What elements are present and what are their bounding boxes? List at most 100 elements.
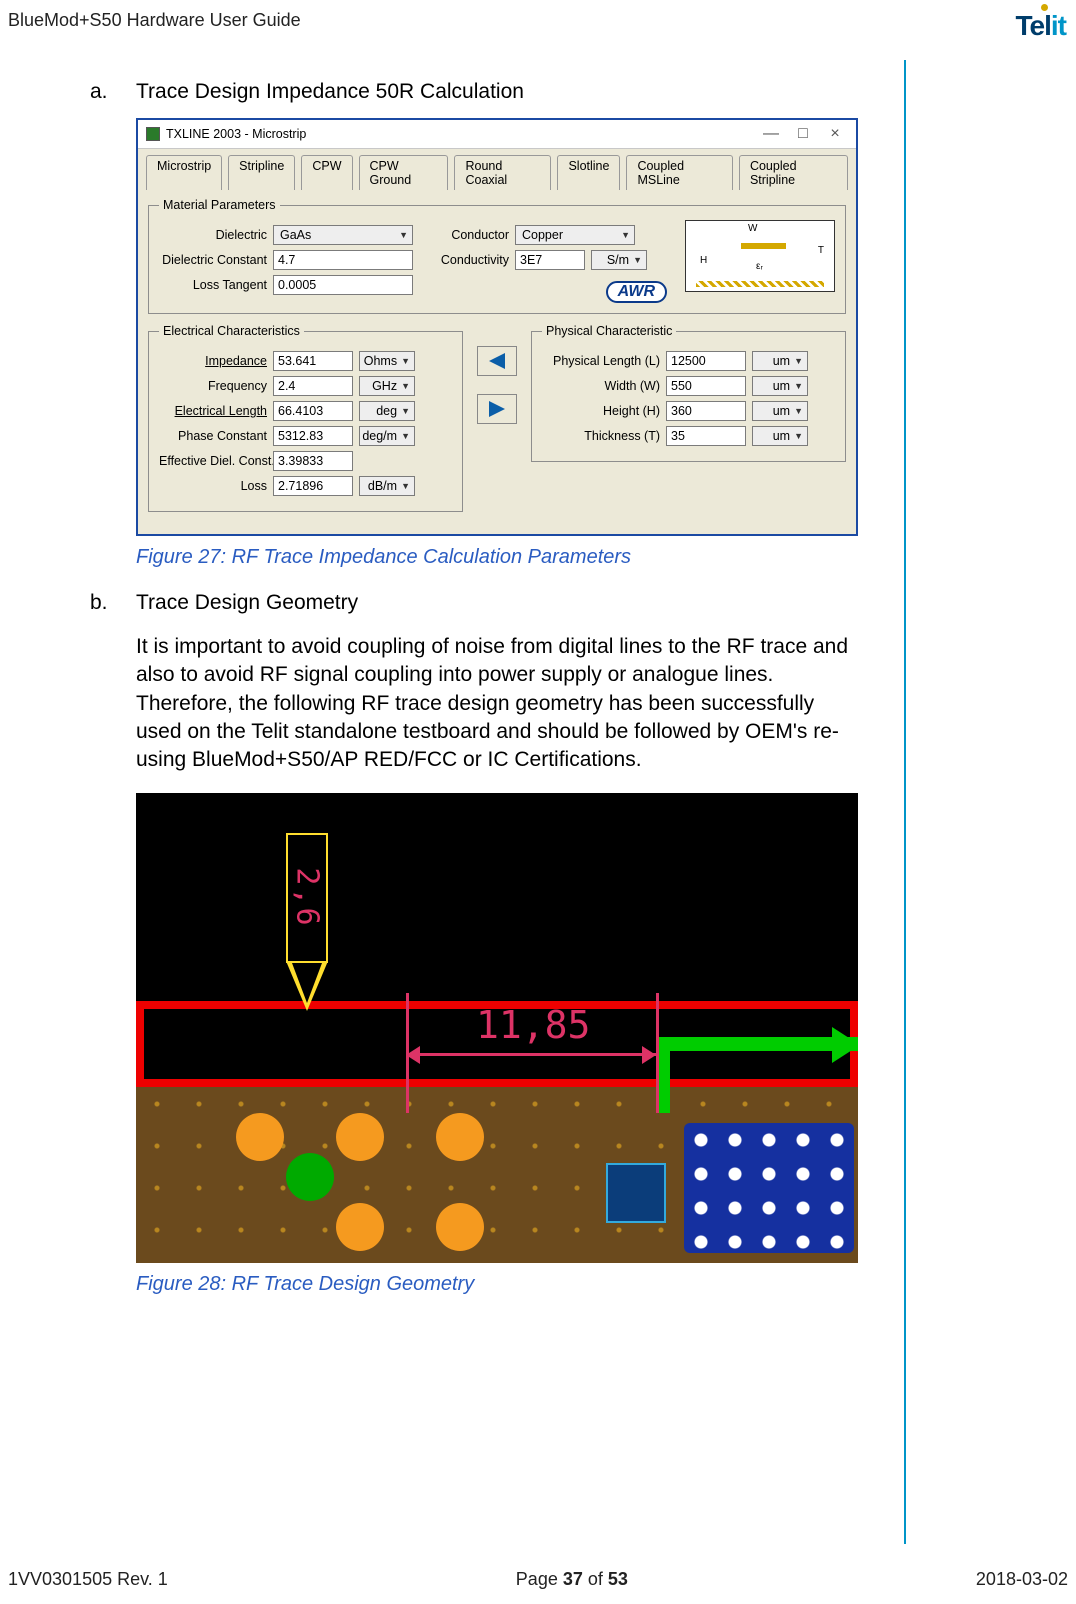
tab-coupled-stripline[interactable]: Coupled Stripline xyxy=(739,155,848,190)
phys-length-input[interactable] xyxy=(666,351,746,371)
tab-coupled-msline[interactable]: Coupled MSLine xyxy=(626,155,733,190)
diel-const-label: Dielectric Constant xyxy=(159,253,267,267)
list-letter-b: b. xyxy=(90,591,118,615)
diagram-er-label: εᵣ xyxy=(756,261,763,272)
phys-width-input[interactable] xyxy=(666,376,746,396)
footer-page: Page 37 of 53 xyxy=(516,1569,628,1590)
diel-const-input[interactable] xyxy=(273,250,413,270)
impedance-unit: Ohms xyxy=(364,354,397,368)
eff-diel-input[interactable] xyxy=(273,451,353,471)
impedance-unit-select[interactable]: Ohms xyxy=(359,351,415,371)
doc-title: BlueMod+S50 Hardware User Guide xyxy=(8,10,301,31)
frequency-unit-select[interactable]: GHz xyxy=(359,376,415,396)
elec-len-unit-select[interactable]: deg xyxy=(359,401,415,421)
telit-logo: Telit xyxy=(1016,10,1069,42)
phase-input[interactable] xyxy=(273,426,353,446)
window-titlebar[interactable]: TXLINE 2003 - Microstrip — □ × xyxy=(138,120,856,149)
loss-unit: dB/m xyxy=(368,479,397,493)
phys-length-unit: um xyxy=(773,354,790,368)
logo-part-1: Tel xyxy=(1016,10,1051,41)
logo-part-2: it xyxy=(1051,10,1066,41)
phys-height-unit: um xyxy=(773,404,790,418)
electrical-characteristics-group: Electrical Characteristics ImpedanceOhms… xyxy=(148,324,463,512)
phys-height-label: Height (H) xyxy=(542,404,660,418)
section-b-body: It is important to avoid coupling of noi… xyxy=(136,633,860,775)
phase-unit: deg/m xyxy=(362,429,397,443)
elec-len-input[interactable] xyxy=(273,401,353,421)
phys-width-unit-select[interactable]: um xyxy=(752,376,808,396)
phys-width-unit: um xyxy=(773,379,790,393)
elec-legend: Electrical Characteristics xyxy=(159,324,304,338)
minimize-button[interactable]: — xyxy=(758,125,784,143)
tab-stripline[interactable]: Stripline xyxy=(228,155,295,190)
conductivity-unit-select[interactable]: S/m xyxy=(591,250,647,270)
dim-horizontal: 11,85 xyxy=(476,1003,590,1047)
conductor-value: Copper xyxy=(522,228,563,242)
figure-28-caption: Figure 28: RF Trace Design Geometry xyxy=(136,1273,860,1296)
material-parameters-group: Material Parameters Dielectric GaAs Diel… xyxy=(148,198,846,314)
conductivity-input[interactable] xyxy=(515,250,585,270)
loss-tan-input[interactable] xyxy=(273,275,413,295)
phys-thick-input[interactable] xyxy=(666,426,746,446)
tab-slotline[interactable]: Slotline xyxy=(557,155,620,190)
frequency-label: Frequency xyxy=(159,379,267,393)
phys-thick-unit-select[interactable]: um xyxy=(752,426,808,446)
maximize-button[interactable]: □ xyxy=(790,125,816,143)
tab-cpw-ground[interactable]: CPW Ground xyxy=(359,155,449,190)
phys-thick-label: Thickness (T) xyxy=(542,429,660,443)
diagram-h-label: H xyxy=(700,255,707,266)
calc-left-button[interactable] xyxy=(477,346,517,376)
microstrip-diagram: W H T εᵣ xyxy=(685,220,835,292)
eff-diel-label: Effective Diel. Const. xyxy=(159,454,267,468)
conductivity-unit: S/m xyxy=(607,253,629,267)
physical-characteristic-group: Physical Characteristic Physical Length … xyxy=(531,324,846,462)
phys-height-input[interactable] xyxy=(666,401,746,421)
frequency-input[interactable] xyxy=(273,376,353,396)
dielectric-label: Dielectric xyxy=(159,228,267,242)
frequency-unit: GHz xyxy=(372,379,397,393)
diagram-t-label: T xyxy=(818,245,824,256)
material-legend: Material Parameters xyxy=(159,198,280,212)
footer-rev: 1VV0301505 Rev. 1 xyxy=(8,1569,168,1590)
loss-input[interactable] xyxy=(273,476,353,496)
figure-27-caption: Figure 27: RF Trace Impedance Calculatio… xyxy=(136,546,860,569)
arrow-right-icon xyxy=(489,401,505,417)
window-title: TXLINE 2003 - Microstrip xyxy=(166,127,306,141)
conductor-select[interactable]: Copper xyxy=(515,225,635,245)
dielectric-value: GaAs xyxy=(280,228,311,242)
tab-bar: Microstrip Stripline CPW CPW Ground Roun… xyxy=(138,149,856,190)
list-letter-a: a. xyxy=(90,80,118,104)
dielectric-select[interactable]: GaAs xyxy=(273,225,413,245)
section-a-title: Trace Design Impedance 50R Calculation xyxy=(136,80,524,104)
phase-unit-select[interactable]: deg/m xyxy=(359,426,415,446)
tab-cpw[interactable]: CPW xyxy=(301,155,352,190)
phys-height-unit-select[interactable]: um xyxy=(752,401,808,421)
loss-label: Loss xyxy=(159,479,267,493)
app-icon xyxy=(146,127,160,141)
diagram-w-label: W xyxy=(748,223,757,234)
tab-microstrip[interactable]: Microstrip xyxy=(146,155,222,190)
conductor-label: Conductor xyxy=(431,228,509,242)
pcb-geometry-figure: 11,85 2,6 xyxy=(136,793,858,1263)
arrow-left-icon xyxy=(489,353,505,369)
vertical-divider xyxy=(904,60,906,1544)
calc-right-button[interactable] xyxy=(477,394,517,424)
phys-thick-unit: um xyxy=(773,429,790,443)
phase-label: Phase Constant xyxy=(159,429,267,443)
conductivity-label: Conductivity xyxy=(431,253,509,267)
phys-length-label: Physical Length (L) xyxy=(542,354,660,368)
footer-date: 2018-03-02 xyxy=(976,1569,1068,1590)
txline-window: TXLINE 2003 - Microstrip — □ × Microstri… xyxy=(136,118,858,536)
elec-len-label: Electrical Length xyxy=(159,404,267,418)
tab-round-coaxial[interactable]: Round Coaxial xyxy=(454,155,551,190)
section-b-title: Trace Design Geometry xyxy=(136,591,358,615)
dim-vertical: 2,6 xyxy=(286,833,328,963)
impedance-input[interactable] xyxy=(273,351,353,371)
loss-unit-select[interactable]: dB/m xyxy=(359,476,415,496)
phys-width-label: Width (W) xyxy=(542,379,660,393)
close-button[interactable]: × xyxy=(822,125,848,143)
elec-len-unit: deg xyxy=(376,404,397,418)
loss-tan-label: Loss Tangent xyxy=(159,278,267,292)
phys-length-unit-select[interactable]: um xyxy=(752,351,808,371)
phys-legend: Physical Characteristic xyxy=(542,324,676,338)
